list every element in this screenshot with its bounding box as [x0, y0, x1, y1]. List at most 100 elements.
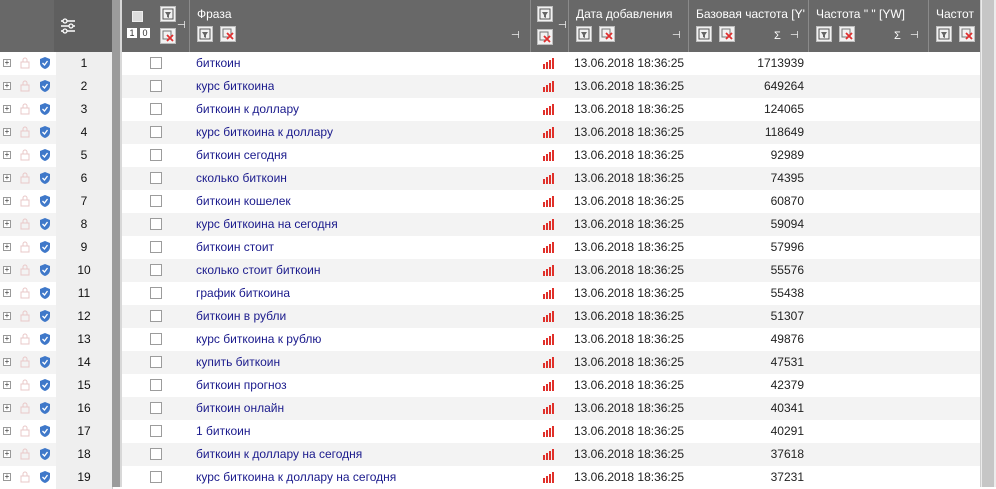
pin-icon[interactable]: ⊣	[511, 30, 520, 41]
chart-bars-icon[interactable]	[543, 242, 557, 253]
table-row[interactable]: +18 биткоин к доллару на сегодня 13.06.201…	[0, 443, 980, 466]
row-checkbox[interactable]	[150, 241, 162, 253]
shield-icon[interactable]	[39, 332, 51, 346]
phrase-cell[interactable]: курс биткоина	[196, 75, 274, 98]
table-row[interactable]: +2 курс биткоина 13.06.2018 18:36:25 649264	[0, 75, 980, 98]
column-settings-header[interactable]	[54, 0, 112, 52]
chart-bars-icon[interactable]	[543, 196, 557, 207]
expand-icon[interactable]: +	[3, 266, 11, 274]
filter-icon[interactable]	[696, 26, 712, 42]
expand-icon[interactable]: +	[3, 450, 11, 458]
select-all-checkbox[interactable]	[132, 11, 143, 22]
table-row[interactable]: +19 курс биткоина к доллару на сегодня 13.…	[0, 466, 980, 489]
frequency-column-header[interactable]: Частота " " [YW] Σ ⊣	[808, 0, 928, 52]
row-checkbox[interactable]	[150, 103, 162, 115]
lock-icon[interactable]	[20, 402, 30, 414]
phrase-cell[interactable]: 1 биткоин	[196, 420, 250, 443]
clear-filter-icon[interactable]	[719, 26, 735, 42]
chart-bars-icon[interactable]	[543, 265, 557, 276]
chart-bars-icon[interactable]	[543, 380, 557, 391]
filter-icon[interactable]	[537, 6, 553, 22]
phrase-cell[interactable]: биткоин к доллару на сегодня	[196, 443, 362, 466]
frozen-column-splitter[interactable]	[112, 0, 120, 487]
chart-bars-icon[interactable]	[543, 472, 557, 483]
shield-icon[interactable]	[39, 401, 51, 415]
row-checkbox[interactable]	[150, 310, 162, 322]
frequency2-column-header[interactable]: Частот	[928, 0, 980, 52]
phrase-cell[interactable]: курс биткоина к доллару	[196, 121, 333, 144]
lock-icon[interactable]	[20, 264, 30, 276]
row-checkbox[interactable]	[150, 195, 162, 207]
row-checkbox[interactable]	[150, 126, 162, 138]
expand-icon[interactable]: +	[3, 404, 11, 412]
lock-icon[interactable]	[20, 310, 30, 322]
row-checkbox[interactable]	[150, 287, 162, 299]
row-checkbox[interactable]	[150, 218, 162, 230]
chart-bars-icon[interactable]	[543, 288, 557, 299]
lock-icon[interactable]	[20, 80, 30, 92]
row-checkbox[interactable]	[150, 471, 162, 483]
table-row[interactable]: +8 курс биткоина на сегодня 13.06.2018 18:…	[0, 213, 980, 236]
row-checkbox[interactable]	[150, 402, 162, 414]
chart-bars-icon[interactable]	[543, 58, 557, 69]
table-row[interactable]: +11 график биткоина 13.06.2018 18:36:25 554…	[0, 282, 980, 305]
chart-bars-icon[interactable]	[543, 311, 557, 322]
chart-bars-icon[interactable]	[543, 81, 557, 92]
table-row[interactable]: +9 биткоин стоит 13.06.2018 18:36:25 57996	[0, 236, 980, 259]
shield-icon[interactable]	[39, 217, 51, 231]
expand-icon[interactable]: +	[3, 427, 11, 435]
select-one-button[interactable]: 1	[127, 28, 137, 38]
lock-icon[interactable]	[20, 448, 30, 460]
shield-icon[interactable]	[39, 125, 51, 139]
shield-icon[interactable]	[39, 56, 51, 70]
scrollbar-thumb[interactable]	[982, 0, 994, 487]
lock-icon[interactable]	[20, 425, 30, 437]
clear-filter-icon[interactable]	[220, 26, 236, 42]
date-column-header[interactable]: Дата добавления ⊣	[568, 0, 688, 52]
sum-icon[interactable]: Σ	[894, 30, 901, 42]
pin-icon[interactable]: ⊣	[910, 30, 919, 41]
clear-filter-icon[interactable]	[537, 29, 553, 45]
shield-icon[interactable]	[39, 424, 51, 438]
phrase-cell[interactable]: биткоин онлайн	[196, 397, 284, 420]
phrase-cell[interactable]: курс биткоина на сегодня	[196, 213, 338, 236]
row-checkbox[interactable]	[150, 80, 162, 92]
shield-icon[interactable]	[39, 148, 51, 162]
table-row[interactable]: +17 1 биткоин 13.06.2018 18:36:25 40291	[0, 420, 980, 443]
lock-icon[interactable]	[20, 287, 30, 299]
chart-bars-icon[interactable]	[543, 173, 557, 184]
phrase-cell[interactable]: курс биткоина к рублю	[196, 328, 321, 351]
expand-icon[interactable]: +	[3, 473, 11, 481]
chart-bars-icon[interactable]	[543, 150, 557, 161]
sum-icon[interactable]: Σ	[774, 30, 781, 42]
expand-icon[interactable]: +	[3, 128, 11, 136]
filter-icon[interactable]	[816, 26, 832, 42]
filter-icon[interactable]	[576, 26, 592, 42]
pin-icon[interactable]: ⊣	[672, 30, 681, 41]
pin-icon[interactable]: ⊣	[177, 20, 186, 31]
row-checkbox[interactable]	[150, 57, 162, 69]
shield-icon[interactable]	[39, 309, 51, 323]
phrase-cell[interactable]: биткоин в рубли	[196, 305, 286, 328]
table-row[interactable]: +7 биткоин кошелек 13.06.2018 18:36:25 6087…	[0, 190, 980, 213]
chart-bars-icon[interactable]	[543, 403, 557, 414]
table-row[interactable]: +3 биткоин к доллару 13.06.2018 18:36:25 12…	[0, 98, 980, 121]
phrase-cell[interactable]: купить биткоин	[196, 351, 280, 374]
row-checkbox[interactable]	[150, 264, 162, 276]
filter-icon[interactable]	[197, 26, 213, 42]
lock-icon[interactable]	[20, 149, 30, 161]
shield-icon[interactable]	[39, 171, 51, 185]
table-row[interactable]: +10 сколько стоит биткоин 13.06.2018 18:36…	[0, 259, 980, 282]
shield-icon[interactable]	[39, 447, 51, 461]
lock-icon[interactable]	[20, 379, 30, 391]
table-row[interactable]: +13 курс биткоина к рублю 13.06.2018 18:36…	[0, 328, 980, 351]
clear-filter-icon[interactable]	[160, 28, 176, 44]
row-checkbox[interactable]	[150, 379, 162, 391]
chart-bars-icon[interactable]	[543, 127, 557, 138]
filter-icon[interactable]	[160, 6, 176, 22]
lock-icon[interactable]	[20, 195, 30, 207]
table-row[interactable]: +6 сколько биткоин 13.06.2018 18:36:25 7439…	[0, 167, 980, 190]
shield-icon[interactable]	[39, 263, 51, 277]
expand-icon[interactable]: +	[3, 381, 11, 389]
phrase-cell[interactable]: курс биткоина к доллару на сегодня	[196, 466, 396, 489]
